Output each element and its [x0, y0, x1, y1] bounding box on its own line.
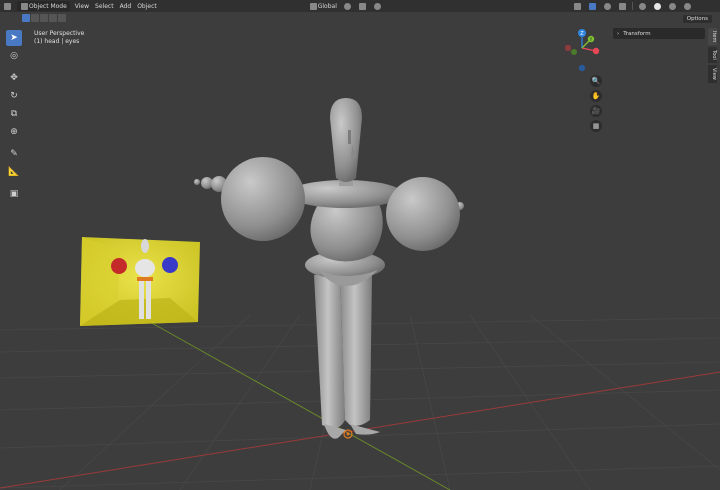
select-extend-button[interactable] [31, 14, 39, 22]
viewport-info: User Perspective (1) head | eyes [34, 30, 84, 46]
cursor-arrow-icon: ➤ [10, 33, 18, 43]
zoom-button[interactable]: 🔍 [590, 75, 602, 87]
rendered-shading-icon [683, 2, 691, 10]
select-mode-group [22, 14, 67, 23]
add-cube-tool[interactable]: ▣ [6, 186, 22, 202]
ruler-icon: 📐 [8, 167, 20, 177]
orientation-label: Global [317, 2, 337, 10]
transform-tool[interactable]: ⊕ [6, 124, 22, 140]
camera-view-button[interactable]: 🎥 [590, 105, 602, 117]
character-model[interactable] [194, 98, 464, 439]
3d-cursor-icon: ◎ [10, 51, 18, 61]
transform-panel-title: Transform [623, 30, 651, 37]
transform-icon: ⊕ [10, 127, 18, 137]
select-box-tool[interactable]: ➤ [6, 30, 22, 46]
select-subtract-button[interactable] [40, 14, 48, 22]
material-shading-icon [668, 2, 676, 10]
options-dropdown[interactable]: Options [682, 15, 712, 23]
rotate-icon: ↻ [10, 91, 18, 101]
transform-panel-header[interactable]: › Transform [613, 28, 705, 39]
grid-icon: ▦ [592, 122, 600, 130]
xray-button[interactable] [615, 1, 630, 11]
orientation-dropdown[interactable]: Global [306, 1, 340, 11]
tab-item[interactable]: Item [708, 28, 717, 46]
orientation-icon [309, 2, 317, 10]
active-object-label: (1) head | eyes [34, 38, 80, 45]
scale-icon: ⧉ [10, 109, 18, 119]
gizmo-z-label: Z [580, 31, 584, 37]
menu-add[interactable]: Add [117, 1, 135, 11]
y-axis-line [149, 321, 451, 490]
camera-icon: 🎥 [591, 107, 601, 115]
gizmo-neg-x-icon[interactable] [564, 44, 572, 52]
reference-image[interactable] [80, 237, 200, 326]
move-tool[interactable]: ✥ [6, 70, 22, 86]
wireframe-icon [638, 2, 646, 10]
gizmo-x-icon[interactable] [592, 47, 600, 55]
shading-rendered-button[interactable] [680, 1, 695, 11]
tab-tool[interactable]: Tool [708, 47, 717, 64]
mode-label: Object Mode [29, 2, 67, 10]
cube-icon: ▣ [9, 189, 19, 199]
scale-tool[interactable]: ⧉ [6, 106, 22, 122]
menu-object[interactable]: Object [134, 1, 160, 11]
editor-type-icon [4, 2, 11, 10]
tool-shelf: ➤ ◎ ✥ ↻ ⧉ ⊕ ✎ 📐 ▣ [6, 30, 24, 204]
navigation-gizmo[interactable]: Z Y [560, 26, 604, 72]
menu-view[interactable]: View [72, 1, 92, 11]
sidebar-tabs: Item Tool View [708, 28, 718, 85]
snap-icon [358, 2, 366, 10]
gizmo-neg-y-icon[interactable] [571, 49, 577, 55]
solid-shading-icon [653, 2, 661, 10]
viewport-3d[interactable] [0, 0, 720, 490]
pan-button[interactable]: ✋ [590, 90, 602, 102]
visibility-icon [573, 2, 581, 10]
viewport-header: Object Mode View Select Add Object Globa… [0, 0, 720, 12]
rotate-tool[interactable]: ↻ [6, 88, 22, 104]
pencil-icon: ✎ [10, 149, 18, 159]
visibility-button[interactable] [570, 1, 585, 11]
menu-select[interactable]: Select [92, 1, 117, 11]
editor-type-button[interactable] [0, 1, 15, 11]
shading-solid-button[interactable] [650, 1, 665, 11]
pivot-icon [343, 2, 351, 10]
overlay-icon [603, 2, 611, 10]
gizmo-y-label: Y [589, 37, 593, 42]
gizmo-toggle-icon [588, 2, 596, 10]
cursor-tool[interactable]: ◎ [6, 48, 22, 64]
object-mode-icon [21, 2, 28, 10]
blender-window: Object Mode View Select Add Object Globa… [0, 0, 720, 490]
view-perspective-label: User Perspective [34, 30, 85, 37]
pivot-button[interactable] [340, 1, 355, 11]
overlay-toggle-button[interactable] [600, 1, 615, 11]
select-intersect-button[interactable] [58, 14, 66, 22]
gizmo-neg-z-icon[interactable] [578, 64, 586, 72]
xray-icon [618, 2, 626, 10]
chevron-right-icon: › [617, 30, 620, 37]
annotate-tool[interactable]: ✎ [6, 146, 22, 162]
proportional-edit-icon [373, 2, 381, 10]
proportional-edit-button[interactable] [370, 1, 385, 11]
gizmo-toggle-button[interactable] [585, 1, 600, 11]
select-new-button[interactable] [22, 14, 30, 22]
shading-material-button[interactable] [665, 1, 680, 11]
zoom-icon: 🔍 [591, 77, 601, 85]
shading-wireframe-button[interactable] [635, 1, 650, 11]
select-invert-button[interactable] [49, 14, 57, 22]
snap-button[interactable] [355, 1, 370, 11]
mode-dropdown[interactable]: Object Mode [17, 1, 70, 11]
move-icon: ✥ [10, 73, 18, 83]
ortho-toggle-button[interactable]: ▦ [590, 120, 602, 132]
hand-icon: ✋ [591, 92, 601, 100]
measure-tool[interactable]: 📐 [6, 164, 22, 180]
view-navigation-buttons: 🔍 ✋ 🎥 ▦ [590, 75, 604, 135]
tab-view[interactable]: View [708, 65, 717, 83]
